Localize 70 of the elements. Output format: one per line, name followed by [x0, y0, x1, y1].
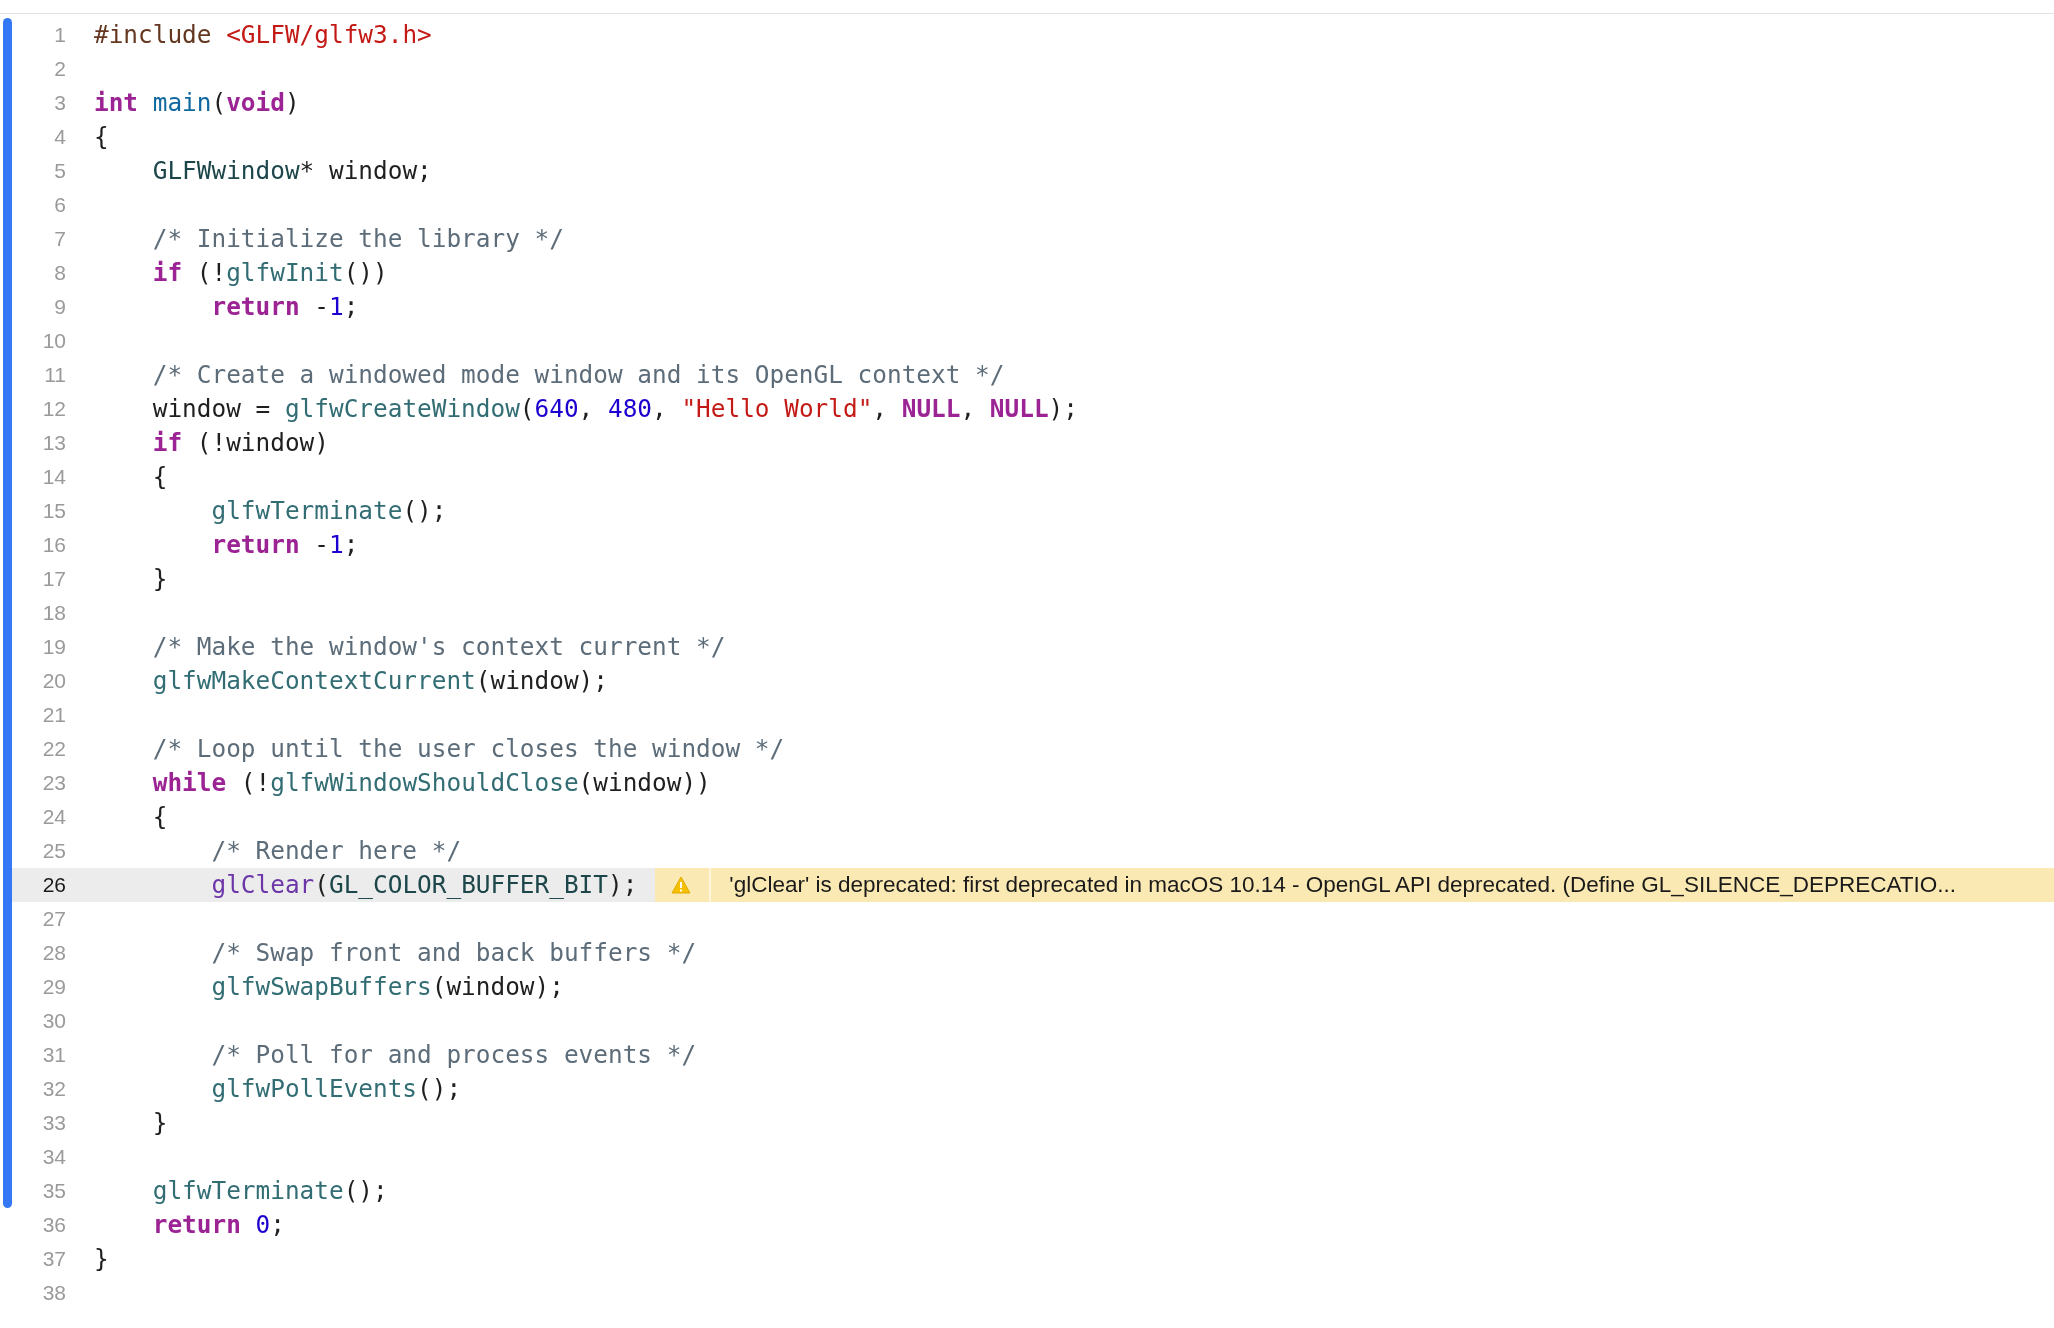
line-number: 16 — [41, 532, 66, 558]
line-number: 11 — [43, 362, 66, 388]
line-number: 22 — [41, 736, 66, 762]
line-number: 12 — [41, 396, 66, 422]
line-number: 25 — [41, 838, 66, 864]
line-number: 24 — [41, 804, 66, 830]
code-line: glfwMakeContextCurrent(window); — [151, 665, 608, 697]
line-number: 33 — [41, 1110, 66, 1136]
code-line: glClear(GL_COLOR_BUFFER_BIT); — [210, 869, 638, 901]
line-number: 7 — [53, 226, 66, 252]
line-number: 30 — [41, 1008, 66, 1034]
code-line: { — [94, 121, 109, 153]
line-number: 17 — [41, 566, 66, 592]
line-number: 1 — [53, 22, 66, 48]
line-number: 28 — [41, 940, 66, 966]
line-number: 19 — [41, 634, 66, 660]
line-number: 32 — [41, 1076, 66, 1102]
code-line: } — [151, 1107, 168, 1139]
code-line: window = glfwCreateWindow(640, 480, "Hello World", NULL, NULL); — [151, 393, 1078, 425]
line-number: 14 — [41, 464, 66, 490]
line-number: 34 — [41, 1144, 66, 1170]
line-number: 35 — [41, 1178, 66, 1204]
code-line: glfwSwapBuffers(window); — [210, 971, 564, 1003]
line-number: 10 — [41, 328, 66, 354]
code-line: /* Make the window's context current */ — [151, 631, 726, 663]
code-line: if (!glfwInit()) — [151, 257, 388, 289]
line-number: 15 — [41, 498, 66, 524]
code-line: return 0; — [151, 1209, 285, 1241]
code-line: } — [94, 1243, 109, 1275]
line-number: 21 — [41, 702, 66, 728]
line-number: 27 — [41, 906, 66, 932]
line-number: 5 — [53, 158, 66, 184]
code-line: /* Swap front and back buffers */ — [210, 937, 697, 969]
code-line: if (!window) — [151, 427, 329, 459]
line-number: 31 — [41, 1042, 66, 1068]
code-line: /* Poll for and process events */ — [210, 1039, 697, 1071]
line-number: 29 — [41, 974, 66, 1000]
line-number: 8 — [53, 260, 66, 286]
code-line: { — [151, 801, 168, 833]
line-number: 18 — [41, 600, 66, 626]
line-number: 2 — [53, 56, 66, 82]
code-line: /* Render here */ — [210, 835, 462, 867]
code-line: /* Initialize the library */ — [151, 223, 564, 255]
code-line: } — [151, 563, 168, 595]
code-line: while (!glfwWindowShouldClose(window)) — [151, 767, 711, 799]
line-number: 26 — [41, 872, 66, 898]
code-line: return -1; — [210, 291, 359, 323]
code-line: { — [151, 461, 168, 493]
line-number: 38 — [41, 1280, 66, 1306]
line-number: 4 — [53, 124, 66, 150]
code-line: #include <GLFW/glfw3.h> — [94, 19, 432, 51]
warning-message: 'glClear' is deprecated: first deprecated in macOS 10.14 - OpenGL API deprecated. (Define GL_SILENCE_DEPRECATIO... — [729, 872, 1957, 898]
line-number: 20 — [41, 668, 66, 694]
line-number: 13 — [41, 430, 66, 456]
line-number: 37 — [41, 1246, 66, 1272]
line-number: 36 — [41, 1212, 66, 1238]
code-line: glfwTerminate(); — [151, 1175, 388, 1207]
line-number: 3 — [53, 90, 66, 116]
warning-icon — [671, 876, 692, 894]
code-line: int main(void) — [94, 87, 300, 119]
code-line: GLFWwindow* window; — [151, 155, 432, 187]
code-line: /* Create a windowed mode window and its OpenGL context */ — [151, 359, 1005, 391]
line-number: 9 — [53, 294, 66, 320]
warning-banner[interactable]: 'glClear' is deprecated: first deprecated in macOS 10.14 - OpenGL API deprecated. (Define GL_SILENCE_DEPRECATIO... — [655, 868, 2054, 902]
line-number: 6 — [53, 192, 66, 218]
line-number: 23 — [41, 770, 66, 796]
code-line: return -1; — [210, 529, 359, 561]
code-line: glfwPollEvents(); — [210, 1073, 462, 1105]
code-line: glfwTerminate(); — [210, 495, 447, 527]
code-line: /* Loop until the user closes the window */ — [151, 733, 785, 765]
